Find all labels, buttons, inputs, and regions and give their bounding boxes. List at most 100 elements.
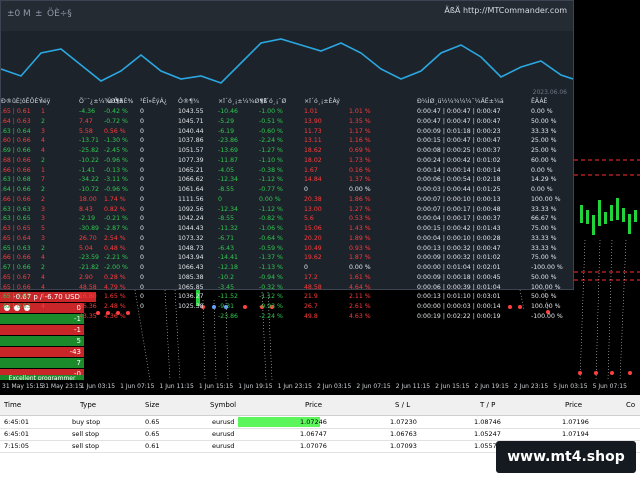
stats-cell: 0.00 %: [531, 108, 553, 115]
stats-cell: 0: [140, 117, 144, 125]
stats-cell: -2.87 %: [104, 225, 128, 232]
stats-row[interactable]: .65 | 0.63 2 5.04 0.48 % 0 1048.73 -6.43 -0.59 …: [1, 244, 573, 254]
stats-cell: 0: [304, 186, 308, 193]
stats-cell: 1066.43: [178, 264, 204, 271]
stats-cell: 0: [140, 147, 144, 154]
stats-cell: .65 | 0.66: [1, 283, 31, 291]
stats-cell: 0:00:07 | 0:00:17 | 0:00:48: [417, 205, 501, 213]
stats-row[interactable]: .63 | 0.65 3 -2.19 -0.21 % 0 1042.24 -8.55 -0.8…: [1, 214, 573, 224]
equity-curve: [1, 38, 573, 84]
col-time[interactable]: Time: [4, 401, 21, 409]
stats-cell: 0.28 %: [104, 273, 126, 281]
position-badge[interactable]: 5: [0, 336, 84, 346]
stats-cell: -2.19: [79, 215, 96, 223]
stats-row[interactable]: .62 | 0.63 4 26.36 2.48 % 0 1025.38 -9.31 -0.93…: [1, 302, 573, 312]
stats-row[interactable]: .63 | 0.65 5 -30.89 -2.87 % 0 1044.43 -11.32 -1…: [1, 224, 573, 234]
col-tp[interactable]: T / P: [480, 401, 495, 409]
stats-cell: -0.42 %: [104, 108, 128, 115]
settings-icon[interactable]: ÖÈ÷§: [47, 9, 72, 19]
stats-header-cell[interactable]: ÊÂÀÊ: [531, 97, 547, 107]
stats-row[interactable]: .66 | 0.66 1 -1.41 -0.13 % 0 1065.21 -4.05 -0.3…: [1, 166, 573, 176]
credit-link[interactable]: ÄßÄ http://MTCommander.com: [444, 6, 567, 15]
stats-cell: 1042.24: [178, 215, 204, 223]
stats-cell: 1043.94: [178, 254, 204, 262]
stats-cell: -8.55: [218, 186, 235, 193]
stats-cell: 2: [41, 117, 45, 125]
axis-tick-label: 2 Jun 07:15: [356, 383, 391, 390]
stats-row[interactable]: .63 | 0.64 3 5.58 0.56 % 0 1040.44 -6.19 -0.60 …: [1, 127, 573, 137]
stats-row[interactable]: .65 | 0.67 4 2.90 0.28 % 0 1085.38 -10.2 -0.94 …: [1, 273, 573, 283]
stats-cell: 1065.21: [178, 166, 204, 174]
stats-cell: -0.51 %: [259, 117, 283, 125]
order-cell: eurusd: [212, 430, 235, 438]
toggle-icon[interactable]: ±0: [7, 9, 20, 19]
stats-row[interactable]: .63 | 0.68 7 -34.22 -3.11 % 0 1066.62 -12.34 -1…: [1, 175, 573, 185]
axis-tick-label: 1 Jun 23:15: [277, 383, 312, 390]
stats-cell: 33.33 %: [531, 205, 557, 213]
axis-tick-label: 1 Jun 03:15: [80, 383, 116, 390]
col-sl[interactable]: S / L: [395, 401, 410, 409]
stats-header-cell[interactable]: ×î´ó¸¡±ÈÀý: [304, 97, 340, 107]
stats-cell: 5.6: [304, 215, 314, 223]
stats-header-cell[interactable]: Ð¼ÌØ¸ü½¼¾¼¼¯¼ÄË±¼ä: [417, 97, 504, 107]
stats-header-cell[interactable]: ³ÉÎ»ÊýÁ¿: [140, 97, 167, 107]
stats-row[interactable]: .68 | 0.66 2 -10.22 -0.96 % 0 1077.39 -11.87 -1…: [1, 156, 573, 166]
stats-cell: -1.30 %: [104, 137, 128, 145]
stats-row[interactable]: .65 | 0.64 3 26.70 2.54 % 0 1073.32 -6.71 -0.64…: [1, 234, 573, 244]
stats-row[interactable]: .64 | 0.66 2 -10.72 -0.96 % 0 1061.64 -8.55 -0.…: [1, 185, 573, 195]
stats-cell: 60.00 %: [531, 156, 557, 164]
stats-cell: -2.00 %: [104, 264, 128, 271]
position-badge[interactable]: 7: [0, 358, 84, 368]
axis-tick-label: 1 Jun 11:15: [159, 383, 194, 390]
stats-row[interactable]: .64 | 0.63 2 7.47 -0.72 % 0 1045.71 -5.29 -0.51…: [1, 117, 573, 127]
stats-cell: .63 | 0.65: [1, 215, 31, 223]
stats-cell: 0.00 %: [531, 166, 553, 174]
stats-cell: 1111.56: [178, 195, 204, 203]
stats-row[interactable]: .65 | 0.61 1 -4.36 -0.42 % 0 1043.55 -10.46 -1.…: [1, 107, 573, 117]
col-price[interactable]: Price: [305, 401, 322, 409]
stats-cell: 100.00 %: [531, 283, 561, 291]
stats-row[interactable]: .63 | 0.63 3 8.43 0.82 % 0 1092.56 -12.34 -1.12…: [1, 205, 573, 215]
stats-cell: -1.27 %: [259, 147, 283, 154]
col-current-price[interactable]: Price: [565, 401, 582, 409]
stats-cell: -13.71: [79, 137, 99, 145]
stats-header-cell[interactable]: ×î´ó¸¡¯Ø: [259, 97, 286, 107]
stats-cell: .65 | 0.67: [1, 273, 31, 281]
col-size[interactable]: Size: [145, 401, 159, 409]
statistics-panel: ±0 M ± ÖÈ÷§ ÄßÄ http://MTCommander.com 2…: [0, 0, 574, 320]
stats-cell: 18.02: [304, 156, 322, 164]
stats-row[interactable]: .66 | 0.66 4 -23.59 -2.21 % 0 1043.94 -14.41 -1…: [1, 253, 573, 263]
stats-row[interactable]: .65 | 0.65 4 16.80 1.65 % 0 1036.27 -11.52 -1.1…: [1, 292, 573, 302]
stats-header-cell[interactable]: Ð®ûÈ¦ôÊÖÈÝ: [1, 97, 42, 107]
position-badge[interactable]: -43: [0, 347, 84, 357]
stats-cell: -1.00 %: [259, 108, 283, 115]
stats-cell: -0.13 %: [104, 166, 128, 174]
col-type[interactable]: Type: [80, 401, 96, 409]
stats-row[interactable]: .60 | 0.66 4 -13.71 -1.30 % 0 1037.86 -23.86 -2…: [1, 136, 573, 146]
stats-row[interactable]: .65 | 0.66 4 48.58 4.79 % 0 1065.85 -3.45 -0.32…: [1, 283, 573, 293]
menu-icon[interactable]: M: [23, 9, 31, 19]
stats-cell: -25.82: [79, 147, 99, 154]
stats-cell: -10.72: [79, 186, 99, 193]
stats-cell: 0: [140, 156, 144, 164]
stats-cell: 75.00 %: [531, 254, 557, 262]
col-comment[interactable]: Co: [626, 401, 635, 409]
stats-cell: -3.45: [218, 283, 235, 291]
stats-row[interactable]: .66 | 0.66 2 18.00 1.74 % 0 1111.56 0 0.00 % 20.…: [1, 195, 573, 205]
position-badge[interactable]: -1: [0, 325, 84, 335]
stats-cell: -0.77 %: [259, 186, 283, 193]
stats-row[interactable]: .69 | 0.66 4 -25.82 -2.45 % 0 1051.57 -13.69 -1…: [1, 146, 573, 156]
stats-cell: 1085.38: [178, 273, 204, 281]
plus-minus-icon[interactable]: ±: [35, 9, 43, 19]
stats-cell: 14.29 %: [531, 176, 557, 184]
col-symbol[interactable]: Symbol: [210, 401, 236, 409]
stats-cell: 0: [140, 264, 144, 271]
stats-cell: 1077.39: [178, 156, 204, 164]
stats-header-row: Ð®ûÈ¦ôÊÖÈÝ Ìéÿ Ö¨¯¿±¼¾Ø¶ß ¯Ù·Ö±È% ³ÉÎ»ÊýÁ¿ Ó®…: [1, 97, 573, 107]
stats-header-cell[interactable]: Ó®¶¾: [178, 97, 199, 107]
stats-cell: 4: [41, 303, 45, 310]
stats-row[interactable]: 43.35 4.36 % -23.86 -2.24 % 49.8 4.63 % 0:00:1…: [1, 312, 573, 322]
stats-row[interactable]: .67 | 0.66 2 -21.82 -2.00 % 0 1066.43 -12.18 -1…: [1, 263, 573, 273]
stats-header-cell[interactable]: ¯Ù·Ö±È%: [104, 97, 133, 107]
stats-header-cell[interactable]: Ìéÿ: [41, 97, 50, 107]
